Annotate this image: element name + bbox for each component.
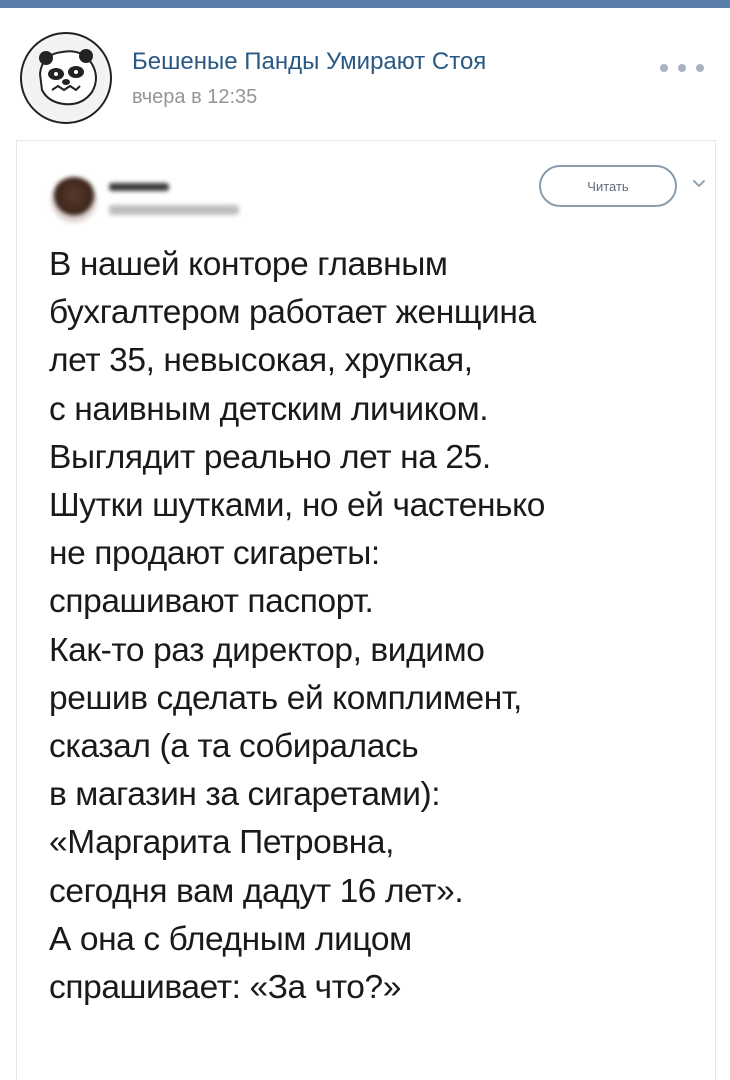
tweet-line: А она с бледным лицом — [49, 920, 412, 958]
ellipsis-icon — [678, 64, 686, 72]
community-name[interactable]: Бешеные Панды Умирают Стоя — [132, 48, 486, 76]
tweet-line: сказал (а та собиралась — [49, 728, 419, 766]
more-options-button[interactable] — [660, 58, 704, 78]
post-timestamp[interactable]: вчера в 12:35 — [132, 86, 257, 109]
tweet-line: сегодня вам дадут 16 лет». — [49, 872, 464, 910]
tweet-author-handle-blurred — [109, 205, 239, 215]
tweet-author-name-blurred — [109, 183, 169, 191]
tweet-author-avatar-blurred — [51, 177, 97, 223]
post-image-tweet-screenshot[interactable]: Читать В нашей конторе главным бухгалтер… — [16, 140, 716, 1080]
tweet-line: «Маргарита Петровна, — [49, 824, 394, 862]
tweet-text: В нашей конторе главным бухгалтером рабо… — [49, 241, 709, 1012]
tweet-line: в магазин за сигаретами): — [49, 776, 441, 814]
tweet-line: В нашей конторе главным — [49, 246, 448, 283]
tweet-line: решив сделать ей комплимент, — [49, 679, 522, 717]
tweet-line: лет 35, невысокая, хрупкая, — [49, 342, 473, 380]
tweet-line: Как-то раз директор, видимо — [49, 631, 485, 669]
tweet-line: спрашивает: «За что?» — [49, 969, 401, 1007]
chevron-down-icon — [693, 180, 705, 187]
post-header: Бешеные Панды Умирают Стоя вчера в 12:35 — [0, 8, 730, 138]
tweet-line: бухгалтером работает женщина — [49, 294, 536, 332]
ellipsis-icon — [660, 64, 668, 72]
top-bar — [0, 0, 730, 8]
community-avatar[interactable] — [20, 32, 112, 124]
panda-logo-icon — [26, 38, 106, 118]
tweet-line: Выглядит реально лет на 25. — [49, 438, 491, 476]
follow-button: Читать — [539, 165, 677, 207]
tweet-line: Шутки шутками, но ей частенько — [49, 487, 545, 525]
tweet-line: спрашивают паспорт. — [49, 583, 374, 621]
tweet-line: не продают сигареты: — [49, 535, 380, 573]
tweet-line: с наивным детским личиком. — [49, 390, 489, 428]
ellipsis-icon — [696, 64, 704, 72]
